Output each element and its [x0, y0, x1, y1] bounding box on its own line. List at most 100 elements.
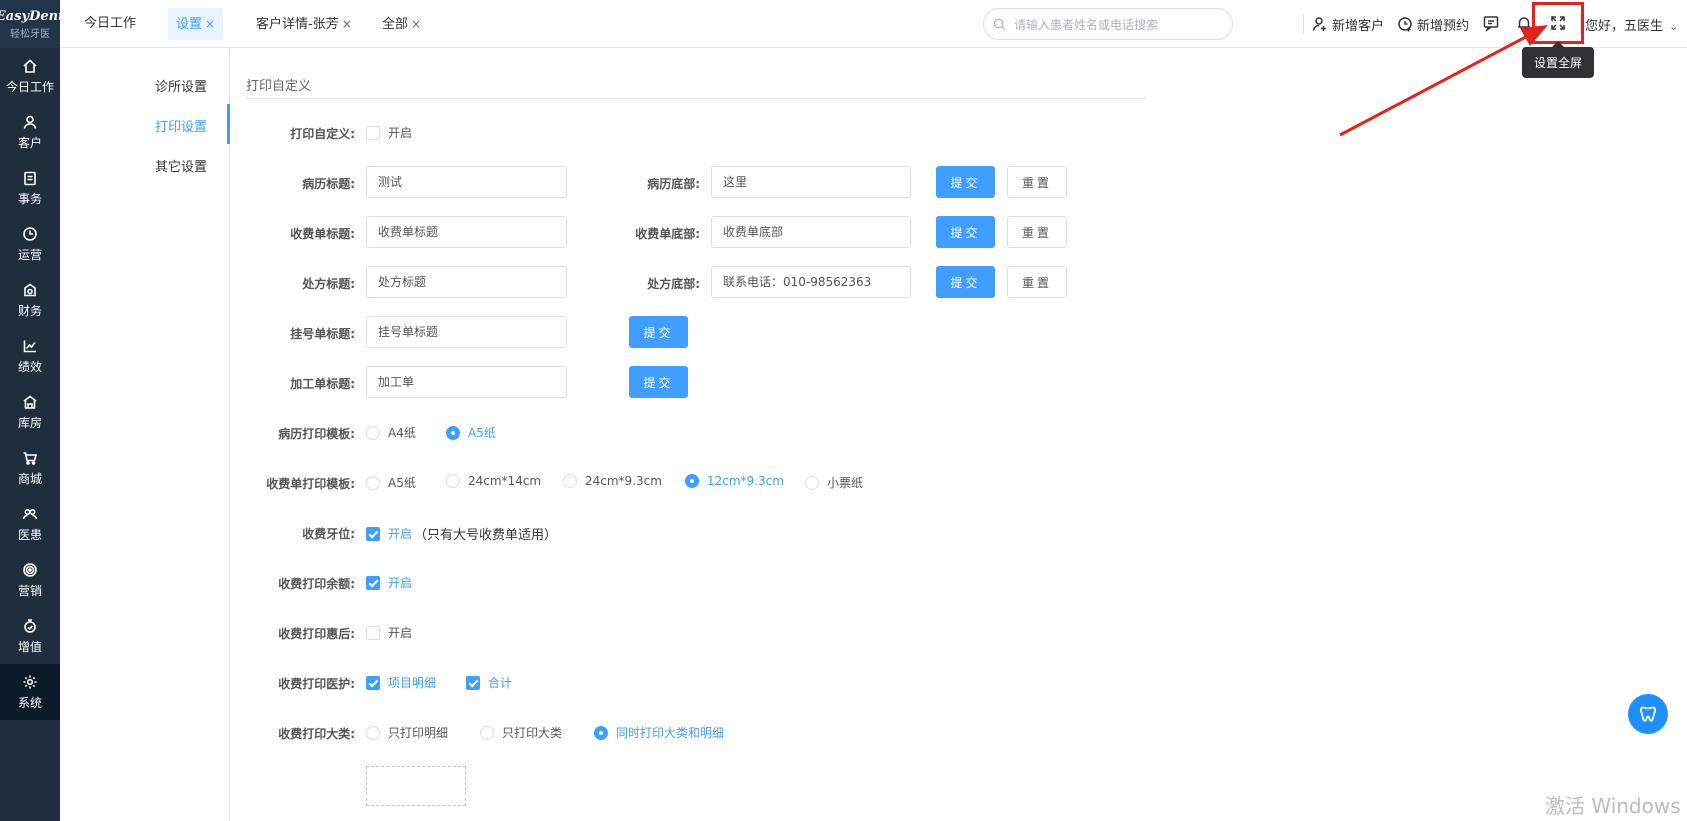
- close-icon[interactable]: ×: [342, 17, 352, 31]
- processing-submit-button[interactable]: 提交: [629, 366, 688, 398]
- prescription-title-input[interactable]: 处方标题: [366, 266, 567, 298]
- sidebar-item-value-added[interactable]: 增值: [0, 608, 60, 664]
- new-appointment-button[interactable]: 新增预约: [1397, 12, 1469, 36]
- option-text: 合计: [488, 676, 513, 690]
- record-footer-input[interactable]: 这里: [711, 166, 911, 198]
- receipt-footer-input[interactable]: 收费单底部: [711, 216, 911, 248]
- home-icon: [22, 58, 38, 74]
- greeting-text: 您好，五医生: [1585, 19, 1664, 34]
- checkbox-box: [366, 526, 380, 541]
- prescription-submit-button[interactable]: 提交: [936, 266, 995, 298]
- sidebar-item-label: 事务: [17, 191, 42, 206]
- registration-submit-button[interactable]: 提交: [629, 316, 688, 348]
- sidebar-item-marketing[interactable]: 营销: [0, 552, 60, 608]
- print-discount-label: 收费打印惠后:: [278, 627, 355, 641]
- receipt-template-ticket-radio[interactable]: 小票纸: [805, 474, 863, 491]
- record-template-a5-radio[interactable]: A5纸: [446, 424, 496, 441]
- new-appointment-label: 新增预约: [1417, 18, 1470, 34]
- sidebar-item-finance[interactable]: 财务: [0, 272, 60, 328]
- search-icon: [993, 18, 1006, 31]
- submenu-other-settings[interactable]: 其它设置: [155, 156, 207, 175]
- print-custom-checkbox[interactable]: 开启: [366, 124, 412, 141]
- tab-customer-detail[interactable]: 客户详情-张芳 ×: [248, 8, 360, 40]
- tab-label: 设置: [176, 17, 203, 32]
- tab-all[interactable]: 全部 ×: [374, 8, 429, 40]
- upload-placeholder[interactable]: [366, 766, 466, 806]
- sidebar-item-mall[interactable]: 商城: [0, 440, 60, 496]
- tooth-position-checkbox[interactable]: 开启 （只有大号收费单适用）: [366, 524, 557, 543]
- patient-search-box[interactable]: [983, 8, 1233, 40]
- sidebar-item-system[interactable]: 系统: [0, 664, 60, 720]
- message-icon[interactable]: [1482, 14, 1500, 33]
- print-item-detail-checkbox[interactable]: 项目明细: [366, 674, 436, 691]
- option-text: 24cm*9.3cm: [585, 474, 662, 488]
- receipt-submit-button[interactable]: 提交: [936, 216, 995, 248]
- receipt-title-label: 收费单标题:: [290, 227, 355, 241]
- radio-circle: [366, 425, 380, 440]
- sidebar-item-doctor-patient[interactable]: 医患: [0, 496, 60, 552]
- radio-circle: [805, 475, 819, 490]
- option-text: 小票纸: [827, 476, 864, 490]
- bell-icon[interactable]: [1515, 14, 1533, 32]
- print-both-radio[interactable]: 同时打印大类和明细: [594, 724, 724, 741]
- receipt-template-12x9-radio[interactable]: 12cm*9.3cm: [685, 474, 784, 488]
- chart-line-icon: [22, 338, 38, 354]
- print-custom-label: 打印自定义:: [290, 127, 355, 141]
- highlight-box: [1532, 2, 1584, 44]
- record-title-input[interactable]: 测试: [366, 166, 567, 198]
- processing-title-input[interactable]: 加工单: [366, 366, 567, 398]
- prescription-reset-button[interactable]: 重置: [1007, 266, 1067, 298]
- sidebar-item-affairs[interactable]: 事务: [0, 160, 60, 216]
- sidebar-item-today[interactable]: 今日工作: [0, 48, 60, 104]
- new-customer-label: 新增客户: [1332, 18, 1385, 34]
- warehouse-icon: [22, 394, 38, 410]
- option-text: 开启: [388, 626, 413, 640]
- prescription-footer-input[interactable]: 联系电话：010-98562363: [711, 266, 911, 298]
- sidebar-item-operations[interactable]: 运营: [0, 216, 60, 272]
- submenu-clinic-settings[interactable]: 诊所设置: [155, 76, 207, 95]
- print-balance-checkbox[interactable]: 开启: [366, 574, 412, 591]
- receipt-template-a5-radio[interactable]: A5纸: [366, 474, 416, 491]
- print-detail-only-radio[interactable]: 只打印明细: [366, 724, 448, 741]
- new-customer-button[interactable]: 新增客户: [1312, 12, 1384, 36]
- logo-sub-text: 轻松牙医: [10, 28, 50, 40]
- option-text: 开启: [388, 527, 413, 541]
- receipt-title-input[interactable]: 收费单标题: [366, 216, 567, 248]
- receipt-reset-button[interactable]: 重置: [1007, 216, 1067, 248]
- receipt-template-24x14-radio[interactable]: 24cm*14cm: [446, 474, 541, 488]
- app-logo[interactable]: EasyDent 轻松牙医: [0, 0, 64, 48]
- search-input[interactable]: [1014, 15, 1224, 35]
- receipt-template-24x9-radio[interactable]: 24cm*9.3cm: [563, 474, 662, 488]
- sidebar-item-warehouse[interactable]: 库房: [0, 384, 60, 440]
- print-discount-checkbox[interactable]: 开启: [366, 624, 412, 641]
- add-user-icon: [1312, 17, 1326, 31]
- sidebar-item-label: 系统: [17, 695, 42, 710]
- record-reset-button[interactable]: 重置: [1007, 166, 1067, 198]
- close-icon[interactable]: ×: [411, 17, 421, 31]
- sidebar-item-label: 运营: [17, 247, 42, 262]
- add-clock-icon: [1398, 17, 1412, 32]
- checkbox-box: [366, 575, 380, 590]
- sidebar-item-performance[interactable]: 绩效: [0, 328, 60, 384]
- registration-title-input[interactable]: 挂号单标题: [366, 316, 567, 348]
- record-template-a4-radio[interactable]: A4纸: [366, 424, 416, 441]
- radio-circle: [446, 474, 460, 488]
- tab-today[interactable]: 今日工作: [76, 8, 144, 40]
- windows-activation-watermark: 激活 Windows: [1545, 794, 1681, 818]
- tooth-assistant-button[interactable]: [1628, 694, 1668, 734]
- wallet-icon: [22, 282, 38, 298]
- tab-settings[interactable]: 设置 ×: [168, 8, 224, 40]
- record-submit-button[interactable]: 提交: [936, 166, 995, 198]
- prescription-footer-label: 处方底部:: [647, 277, 700, 291]
- tooth-icon: [1640, 706, 1656, 722]
- sidebar-item-label: 财务: [17, 303, 42, 318]
- close-icon[interactable]: ×: [205, 17, 215, 31]
- user-menu[interactable]: 您好，五医生 ⌄: [1585, 15, 1678, 34]
- submenu-print-settings[interactable]: 打印设置: [155, 116, 207, 135]
- tab-label: 全部: [382, 17, 409, 32]
- print-total-checkbox[interactable]: 合计: [466, 674, 512, 691]
- print-category-only-radio[interactable]: 只打印大类: [480, 724, 562, 741]
- sidebar-item-label: 库房: [17, 415, 42, 430]
- checkbox-box: [466, 675, 480, 690]
- sidebar-item-customer[interactable]: 客户: [0, 104, 60, 160]
